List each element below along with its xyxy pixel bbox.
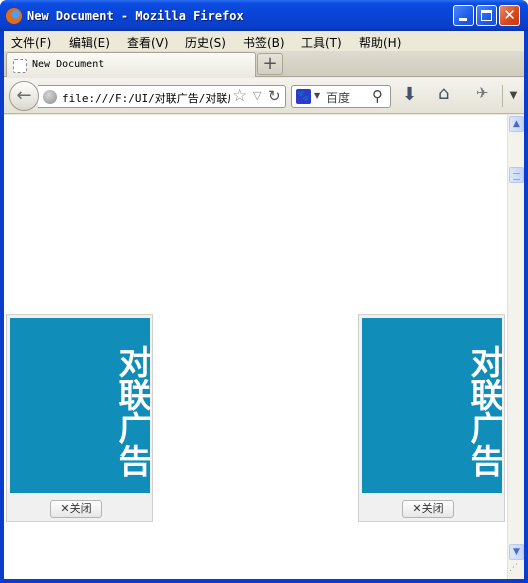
minimize-button[interactable] [453, 5, 474, 26]
search-icon[interactable]: ⚲ [372, 87, 383, 105]
menu-edit[interactable]: 编辑(E) [69, 34, 110, 51]
page-viewport: 对联广告 ✕关闭 对联广告 ✕关闭 [4, 115, 507, 579]
globe-icon [43, 90, 57, 104]
vertical-scrollbar[interactable]: ▲ ▼ [507, 115, 524, 579]
new-tab-button[interactable]: + [257, 53, 283, 75]
menu-view[interactable]: 查看(V) [127, 34, 169, 51]
browser-window: New Document - Mozilla Firefox ✕ 文件(F) 编… [0, 0, 528, 583]
back-button[interactable]: ← [9, 81, 39, 111]
url-input[interactable]: file:///F:/UI/对联广告/对联广告.html [62, 90, 230, 106]
addon-icon[interactable]: ✈ [476, 84, 489, 102]
menu-help[interactable]: 帮助(H) [359, 34, 401, 51]
title-bar[interactable]: New Document - Mozilla Firefox ✕ [0, 0, 528, 31]
menu-file[interactable]: 文件(F) [11, 34, 51, 51]
scroll-down-button[interactable]: ▼ [509, 544, 524, 560]
close-icon: ✕ [503, 6, 516, 24]
menu-bookmarks[interactable]: 书签(B) [243, 34, 285, 51]
right-ad-banner[interactable]: 对联广告 [362, 318, 504, 493]
maximize-button[interactable] [476, 5, 497, 26]
bookmark-star-icon[interactable]: ☆ [232, 86, 247, 106]
left-ad-text: 对联广告 [113, 345, 152, 477]
tab-new-document[interactable]: New Document [6, 52, 256, 77]
tab-strip: New Document + [4, 51, 524, 77]
maximize-icon [481, 10, 492, 21]
page-favicon-icon [13, 59, 27, 73]
history-dropmark-icon[interactable]: ▽ [253, 89, 261, 102]
right-ad-text: 对联广告 [465, 345, 504, 477]
engine-dropdown-icon[interactable]: ▼ [314, 91, 320, 100]
close-window-button[interactable]: ✕ [499, 5, 520, 26]
right-couplet-ad: 对联广告 ✕关闭 [358, 314, 505, 522]
right-ad-close-button[interactable]: ✕关闭 [402, 500, 454, 518]
search-input[interactable]: 百度 [326, 89, 350, 106]
url-bar[interactable]: file:///F:/UI/对联广告/对联广告.html ☆ ▽ ↻ [38, 85, 286, 108]
reload-icon[interactable]: ↻ [268, 87, 281, 105]
firefox-logo-icon [6, 8, 22, 24]
scroll-thumb[interactable] [509, 167, 524, 183]
left-ad-banner[interactable]: 对联广告 [10, 318, 152, 493]
download-icon[interactable]: ⬇ [402, 84, 417, 105]
menu-tools[interactable]: 工具(T) [301, 34, 342, 51]
resize-grip-icon[interactable]: ⋰ [509, 563, 523, 577]
menu-history[interactable]: 历史(S) [185, 34, 226, 51]
left-couplet-ad: 对联广告 ✕关闭 [6, 314, 153, 522]
home-icon[interactable]: ⌂ [438, 83, 449, 104]
tab-label: New Document [32, 59, 105, 70]
browser-frame: 文件(F) 编辑(E) 查看(V) 历史(S) 书签(B) 工具(T) 帮助(H… [4, 31, 524, 579]
baidu-engine-icon[interactable]: 🐾 [296, 89, 311, 104]
toolbar-menu-dropdown-icon[interactable]: ▼ [502, 85, 524, 107]
search-bar[interactable]: 🐾 ▼ 百度 ⚲ [291, 85, 391, 108]
window-title: New Document - Mozilla Firefox [27, 9, 244, 23]
scroll-up-button[interactable]: ▲ [509, 116, 524, 132]
menu-bar: 文件(F) 编辑(E) 查看(V) 历史(S) 书签(B) 工具(T) 帮助(H… [4, 31, 524, 51]
minimize-icon [459, 18, 467, 21]
navigation-toolbar: file:///F:/UI/对联广告/对联广告.html ☆ ▽ ↻ ← 🐾 ▼… [4, 78, 524, 114]
left-ad-close-button[interactable]: ✕关闭 [50, 500, 102, 518]
